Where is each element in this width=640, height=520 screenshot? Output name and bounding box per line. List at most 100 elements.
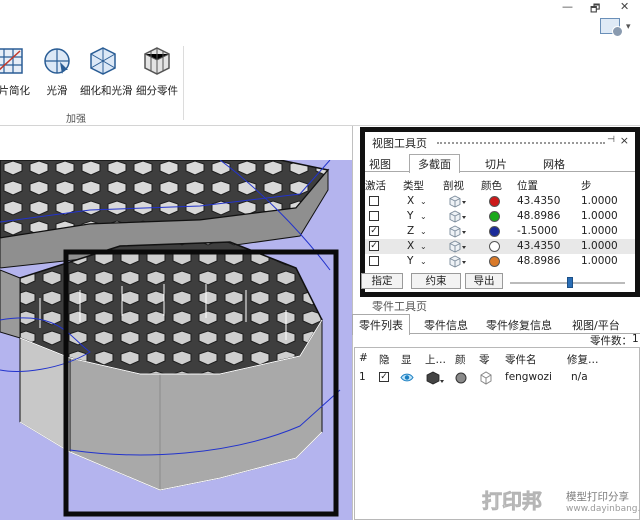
- section-color-swatch[interactable]: [489, 226, 500, 237]
- section-color-swatch[interactable]: [489, 211, 500, 222]
- ribbon-group-label: 加强: [66, 114, 86, 125]
- section-active-checkbox[interactable]: ✓: [369, 226, 379, 236]
- section-color-swatch[interactable]: [489, 241, 500, 252]
- minimize-button[interactable]: —: [562, 0, 573, 13]
- 3d-viewport[interactable]: [0, 160, 352, 520]
- col-visible[interactable]: 显: [401, 352, 412, 367]
- ribbon-toolbar: 面片简化 光滑 细化和光滑 细分零件 加强: [0, 38, 640, 126]
- section-color-swatch[interactable]: [489, 196, 500, 207]
- subdivide-part-icon: [144, 47, 170, 75]
- assign-button[interactable]: 指定: [361, 273, 403, 289]
- tab-part-list[interactable]: 零件列表: [352, 314, 410, 335]
- section-position[interactable]: 43.4350: [517, 240, 560, 252]
- section-axis[interactable]: Z: [407, 225, 414, 237]
- mesh-simplify-label: 面片简化: [0, 85, 30, 97]
- constrain-button[interactable]: 约束: [411, 273, 461, 289]
- tab-multi-section[interactable]: 多截面: [409, 154, 460, 173]
- section-cube-icon[interactable]: [449, 255, 467, 268]
- part-hidden-checkbox[interactable]: ✓: [379, 372, 389, 382]
- chevron-down-icon[interactable]: ⌄: [420, 227, 427, 236]
- section-axis[interactable]: Y: [407, 255, 413, 267]
- col-part-type[interactable]: 零: [479, 352, 490, 367]
- col-part-name[interactable]: 零件名: [505, 352, 537, 367]
- tab-part-info[interactable]: 零件信息: [424, 317, 468, 333]
- subdivide-part-label: 细分零件: [136, 85, 178, 97]
- section-cube-icon[interactable]: [449, 240, 467, 253]
- section-row[interactable]: ✓ Z ⌄ -1.5000 1.0000: [365, 224, 635, 239]
- col-color: 颜色: [481, 180, 502, 192]
- chevron-down-icon[interactable]: ⌄: [420, 212, 427, 221]
- app-window: — 🗗 ✕ ▾ 面片简化 光滑 细化和光滑: [0, 0, 640, 520]
- tab-grid[interactable]: 网格: [543, 156, 565, 172]
- tab-view-platform[interactable]: 视图/平台: [572, 317, 620, 333]
- close-icon[interactable]: ×: [620, 134, 629, 147]
- section-row[interactable]: ✓ X ⌄ 43.4350 1.0000: [365, 239, 635, 254]
- eye-icon[interactable]: [400, 372, 414, 383]
- part-cube-dropdown-icon[interactable]: [425, 371, 445, 385]
- section-axis[interactable]: X: [407, 240, 414, 252]
- view-toolbox-title: 视图工具页: [372, 137, 427, 150]
- section-step[interactable]: 1.0000: [581, 210, 618, 222]
- watermark-url: www.dayinbang.com: [566, 504, 640, 514]
- section-slider-thumb[interactable]: [567, 277, 573, 288]
- smooth-button[interactable]: 光滑: [34, 46, 80, 98]
- part-count: 1: [632, 333, 639, 345]
- col-section: 剖视: [443, 180, 464, 192]
- section-cube-icon[interactable]: [449, 195, 467, 208]
- section-row[interactable]: X ⌄ 43.4350 1.0000: [365, 194, 635, 209]
- section-axis[interactable]: Y: [407, 210, 413, 222]
- tab-part-repair-info[interactable]: 零件修复信息: [486, 317, 552, 333]
- section-step[interactable]: 1.0000: [581, 195, 618, 207]
- view-toolbox-buttons: 指定 约束 导出: [361, 273, 635, 291]
- section-color-swatch[interactable]: [489, 256, 500, 267]
- col-part-color[interactable]: 颜: [455, 352, 466, 367]
- section-position[interactable]: 48.8986: [517, 210, 560, 222]
- tab-view[interactable]: 视图: [369, 156, 391, 172]
- section-step[interactable]: 1.0000: [581, 240, 618, 252]
- restore-button[interactable]: 🗗: [590, 0, 600, 19]
- table-row[interactable]: 1 ✓ fengwozi n/a: [355, 370, 640, 386]
- section-cube-icon[interactable]: [449, 225, 467, 238]
- part-index: 1: [359, 371, 366, 383]
- refine-smooth-label: 细化和光滑: [80, 85, 133, 97]
- section-active-checkbox[interactable]: [369, 211, 379, 221]
- chevron-down-icon[interactable]: ▾: [626, 22, 631, 32]
- smooth-label: 光滑: [46, 85, 68, 97]
- export-button[interactable]: 导出: [465, 273, 503, 289]
- col-upper[interactable]: 上…: [425, 352, 446, 367]
- help-gear-icon[interactable]: [600, 18, 623, 37]
- chevron-down-icon[interactable]: ⌄: [420, 197, 427, 206]
- refine-smooth-button[interactable]: 细化和光滑: [80, 46, 133, 98]
- part-type-icon: [480, 371, 492, 385]
- pin-icon[interactable]: ⊣: [607, 135, 615, 145]
- chevron-down-icon[interactable]: ⌄: [420, 257, 427, 266]
- section-step[interactable]: 1.0000: [581, 255, 618, 267]
- smooth-icon: [44, 48, 70, 74]
- col-index[interactable]: #: [359, 352, 368, 364]
- section-position[interactable]: 43.4350: [517, 195, 560, 207]
- tab-slice[interactable]: 切片: [485, 156, 507, 172]
- svg-text:打印邦: 打印邦: [482, 489, 542, 513]
- model-render: [0, 160, 341, 517]
- subdivide-part-button[interactable]: 细分零件: [134, 46, 180, 98]
- col-hidden[interactable]: 隐: [379, 352, 390, 367]
- part-name[interactable]: fengwozi: [505, 371, 552, 383]
- mesh-simplify-button[interactable]: 面片简化: [0, 46, 32, 98]
- section-active-checkbox[interactable]: [369, 256, 379, 266]
- chevron-down-icon[interactable]: ⌄: [420, 242, 427, 251]
- section-axis[interactable]: X: [407, 195, 414, 207]
- section-row[interactable]: Y ⌄ 48.8986 1.0000: [365, 209, 635, 224]
- section-active-checkbox[interactable]: ✓: [369, 241, 379, 251]
- mesh-simplify-icon: [0, 48, 23, 74]
- section-position[interactable]: 48.8986: [517, 255, 560, 267]
- panel-grip[interactable]: [437, 142, 605, 144]
- section-row[interactable]: Y ⌄ 48.8986 1.0000: [365, 254, 635, 269]
- part-color-swatch[interactable]: [455, 372, 467, 384]
- section-step[interactable]: 1.0000: [581, 225, 618, 237]
- col-repair[interactable]: 修复…: [567, 352, 599, 367]
- section-position[interactable]: -1.5000: [517, 225, 558, 237]
- section-cube-icon[interactable]: [449, 210, 467, 223]
- part-list-header: # 隐 显 上… 颜 零 零件名 修复…: [355, 352, 640, 368]
- section-active-checkbox[interactable]: [369, 196, 379, 206]
- close-window-button[interactable]: ✕: [620, 0, 629, 13]
